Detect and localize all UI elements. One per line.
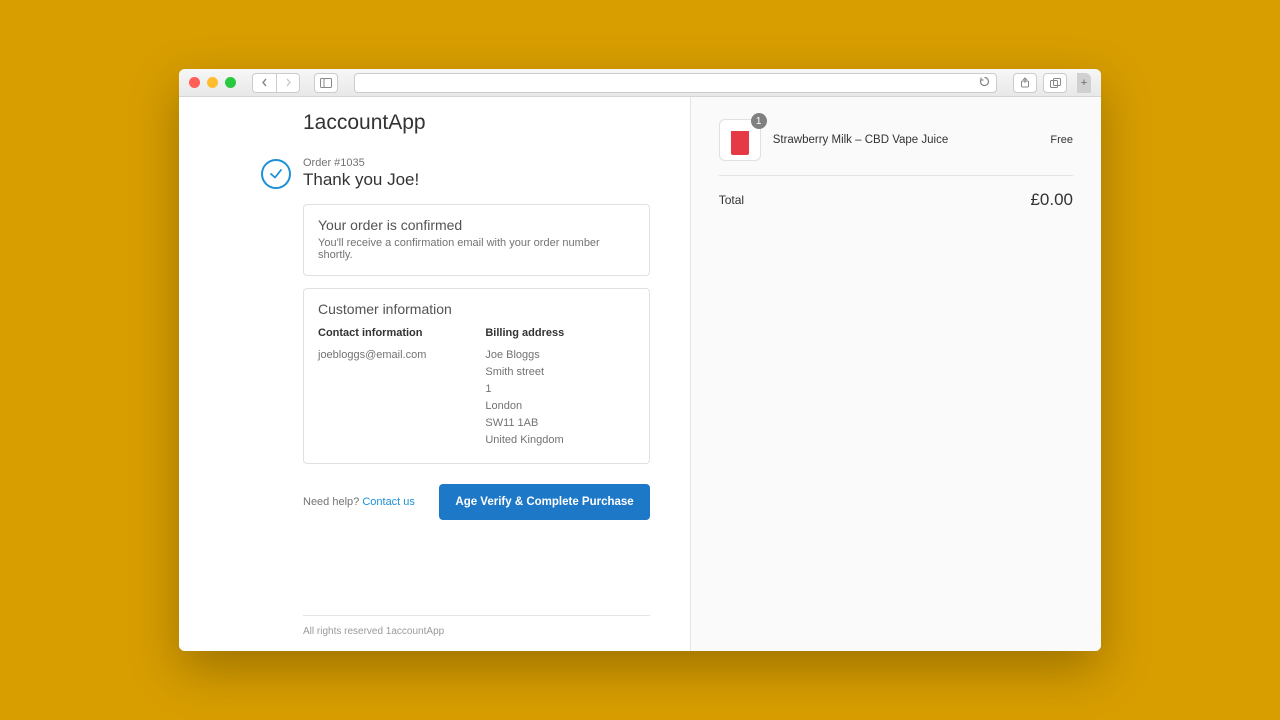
confirmation-title: Your order is confirmed xyxy=(318,217,635,233)
sidebar-toggle-icon[interactable] xyxy=(314,73,338,93)
new-tab-button[interactable]: + xyxy=(1077,73,1091,93)
tabs-icon[interactable] xyxy=(1043,73,1067,93)
billing-street: Smith street xyxy=(485,364,634,381)
product-thumbnail: 1 xyxy=(719,119,761,161)
customer-info-title: Customer information xyxy=(318,301,635,317)
line-item-price: Free xyxy=(1050,134,1073,146)
billing-name: Joe Bloggs xyxy=(485,347,634,364)
billing-postcode: SW11 1AB xyxy=(485,415,634,432)
total-value: £0.00 xyxy=(1030,190,1073,210)
share-icon[interactable] xyxy=(1013,73,1037,93)
url-bar[interactable] xyxy=(354,73,997,93)
contact-email: joebloggs@email.com xyxy=(318,347,467,364)
browser-window: + 1accountApp Order #1035 Thank you Joe!… xyxy=(179,69,1101,651)
billing-country: United Kingdom xyxy=(485,432,634,449)
total-label: Total xyxy=(719,193,744,207)
minimize-icon[interactable] xyxy=(207,77,218,88)
reload-icon[interactable] xyxy=(979,76,990,90)
customer-info-card: Customer information Contact information… xyxy=(303,288,650,464)
forward-button[interactable] xyxy=(276,73,300,93)
qty-badge: 1 xyxy=(751,113,767,129)
billing-city: London xyxy=(485,398,634,415)
window-controls xyxy=(189,77,236,88)
success-check-icon xyxy=(261,159,291,189)
confirmation-subtitle: You'll receive a confirmation email with… xyxy=(318,237,635,261)
thank-you-heading: Thank you Joe! xyxy=(303,170,419,190)
close-icon[interactable] xyxy=(189,77,200,88)
billing-heading: Billing address xyxy=(485,327,634,339)
browser-chrome: + xyxy=(179,69,1101,97)
summary-panel: 1 Strawberry Milk – CBD Vape Juice Free … xyxy=(691,97,1101,651)
contact-us-link[interactable]: Contact us xyxy=(362,496,415,508)
checkout-page: 1accountApp Order #1035 Thank you Joe! Y… xyxy=(179,97,1101,651)
age-verify-button[interactable]: Age Verify & Complete Purchase xyxy=(439,484,649,520)
help-text: Need help? Contact us xyxy=(303,496,415,508)
contact-heading: Contact information xyxy=(318,327,467,339)
order-panel: 1accountApp Order #1035 Thank you Joe! Y… xyxy=(179,97,691,651)
confirmation-card: Your order is confirmed You'll receive a… xyxy=(303,204,650,276)
order-number: Order #1035 xyxy=(303,157,419,169)
footer-text: All rights reserved 1accountApp xyxy=(303,615,650,651)
nav-buttons xyxy=(252,73,300,93)
line-item-name: Strawberry Milk – CBD Vape Juice xyxy=(773,134,1039,146)
back-button[interactable] xyxy=(252,73,276,93)
total-row: Total £0.00 xyxy=(719,176,1073,210)
zoom-icon[interactable] xyxy=(225,77,236,88)
billing-unit: 1 xyxy=(485,381,634,398)
line-item: 1 Strawberry Milk – CBD Vape Juice Free xyxy=(719,119,1073,176)
toolbar-right xyxy=(1013,73,1067,93)
store-name: 1accountApp xyxy=(303,111,650,135)
